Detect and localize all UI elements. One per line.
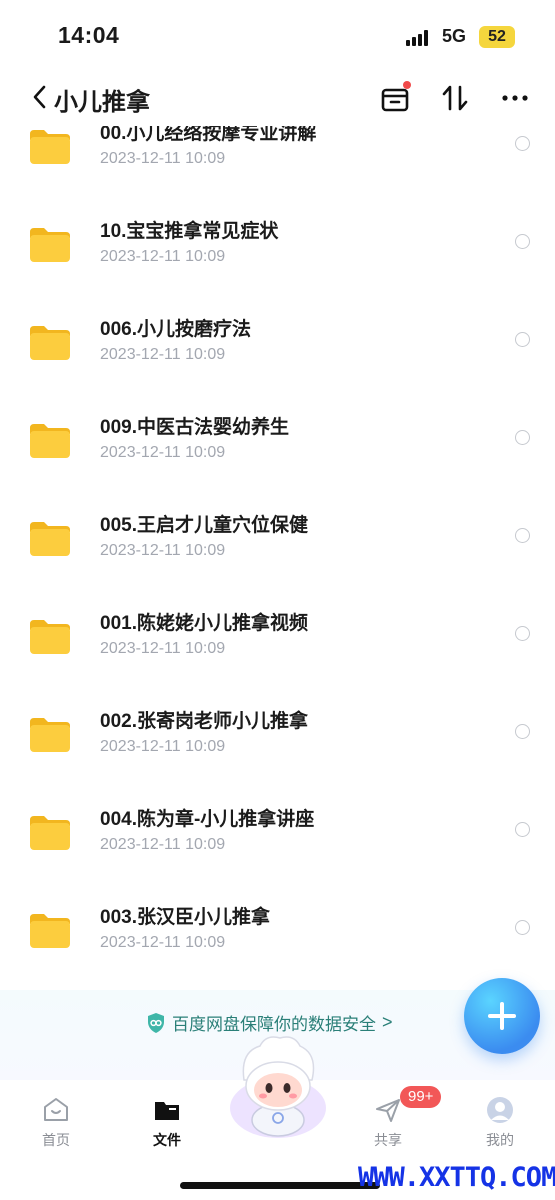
file-name: 006.小儿按磨疗法 bbox=[100, 319, 251, 340]
select-radio[interactable] bbox=[515, 528, 530, 543]
folder-icon bbox=[30, 130, 70, 164]
file-row[interactable]: 00.小儿经络按摩专业讲解 2023-12-11 10:09 bbox=[0, 126, 555, 196]
file-row[interactable]: 004.陈为章-小儿推拿讲座 2023-12-11 10:09 bbox=[0, 784, 555, 882]
chevron-left-icon[interactable] bbox=[30, 82, 50, 112]
folder-icon bbox=[30, 228, 70, 262]
folder-icon bbox=[30, 914, 70, 948]
file-date: 2023-12-11 10:09 bbox=[100, 640, 226, 657]
archive-icon[interactable] bbox=[378, 80, 414, 116]
file-name: 004.陈为章-小儿推拿讲座 bbox=[100, 809, 315, 830]
file-date: 2023-12-11 10:09 bbox=[100, 836, 226, 853]
file-name: 00.小儿经络按摩专业讲解 bbox=[100, 126, 317, 144]
file-date: 2023-12-11 10:09 bbox=[100, 248, 226, 265]
select-radio[interactable] bbox=[515, 920, 530, 935]
select-radio[interactable] bbox=[515, 332, 530, 347]
file-name: 003.张汉臣小儿推拿 bbox=[100, 907, 270, 928]
folder-icon bbox=[30, 816, 70, 850]
file-name: 10.宝宝推拿常见症状 bbox=[100, 221, 279, 242]
folder-icon bbox=[30, 718, 70, 752]
status-time: 14:04 bbox=[58, 22, 120, 48]
file-list: 00.小儿经络按摩专业讲解 2023-12-11 10:09 10.宝宝推拿常见症状… bbox=[0, 126, 555, 986]
more-icon[interactable] bbox=[497, 80, 533, 116]
network-type: 5G bbox=[442, 26, 467, 46]
select-radio[interactable] bbox=[515, 136, 530, 151]
file-row[interactable]: 002.张寄岗老师小儿推拿 2023-12-11 10:09 bbox=[0, 686, 555, 784]
chevron-right-icon: > bbox=[382, 1012, 393, 1032]
folder-icon bbox=[30, 424, 70, 458]
tab-home[interactable]: 首页 bbox=[16, 1090, 96, 1150]
share-badge: 99+ bbox=[400, 1086, 442, 1108]
tab-me[interactable]: 我的 bbox=[460, 1090, 540, 1150]
file-name: 005.王启才儿童穴位保健 bbox=[100, 515, 308, 536]
nav-bar: 小儿推拿 bbox=[0, 70, 555, 126]
select-radio[interactable] bbox=[515, 234, 530, 249]
select-radio[interactable] bbox=[515, 822, 530, 837]
select-radio[interactable] bbox=[515, 626, 530, 641]
watermark: WWW.XXTTQ.COM bbox=[358, 1162, 555, 1193]
home-icon bbox=[44, 1098, 68, 1121]
tab-label-home: 首页 bbox=[42, 1132, 70, 1148]
file-date: 2023-12-11 10:09 bbox=[100, 738, 226, 755]
file-date: 2023-12-11 10:09 bbox=[100, 150, 226, 167]
file-date: 2023-12-11 10:09 bbox=[100, 346, 226, 363]
page-title: 小儿推拿 bbox=[54, 89, 150, 116]
paper-plane-icon bbox=[376, 1099, 400, 1122]
folder-tab-icon bbox=[155, 1102, 179, 1120]
file-row[interactable]: 009.中医古法婴幼养生 2023-12-11 10:09 bbox=[0, 392, 555, 490]
status-bar: 14:04 5G 52 bbox=[0, 0, 555, 70]
file-row[interactable]: 003.张汉臣小儿推拿 2023-12-11 10:09 bbox=[0, 882, 555, 980]
shield-icon bbox=[148, 1012, 164, 1033]
select-radio[interactable] bbox=[515, 430, 530, 445]
tab-label-share: 共享 bbox=[374, 1132, 402, 1148]
tab-label-files: 文件 bbox=[153, 1132, 181, 1148]
tab-files[interactable]: 文件 bbox=[127, 1090, 207, 1150]
sort-icon[interactable] bbox=[438, 80, 474, 116]
file-date: 2023-12-11 10:09 bbox=[100, 934, 226, 951]
home-indicator bbox=[180, 1182, 380, 1189]
file-name: 002.张寄岗老师小儿推拿 bbox=[100, 711, 308, 732]
add-button[interactable] bbox=[464, 978, 540, 1054]
file-row[interactable]: 006.小儿按磨疗法 2023-12-11 10:09 bbox=[0, 294, 555, 392]
battery-icon: 52 bbox=[479, 26, 515, 48]
file-date: 2023-12-11 10:09 bbox=[100, 542, 226, 559]
select-radio[interactable] bbox=[515, 724, 530, 739]
file-row[interactable]: 005.王启才儿童穴位保健 2023-12-11 10:09 bbox=[0, 490, 555, 588]
file-date: 2023-12-11 10:09 bbox=[100, 444, 226, 461]
file-name: 001.陈姥姥小儿推拿视频 bbox=[100, 613, 308, 634]
mascot-button[interactable] bbox=[226, 1030, 330, 1142]
folder-icon bbox=[30, 620, 70, 654]
file-row[interactable]: 10.宝宝推拿常见症状 2023-12-11 10:09 bbox=[0, 196, 555, 294]
folder-icon bbox=[30, 522, 70, 556]
tab-label-me: 我的 bbox=[486, 1132, 514, 1148]
avatar-icon bbox=[487, 1097, 513, 1123]
file-name: 009.中医古法婴幼养生 bbox=[100, 417, 289, 438]
file-row[interactable]: 001.陈姥姥小儿推拿视频 2023-12-11 10:09 bbox=[0, 588, 555, 686]
signal-icon bbox=[406, 30, 436, 46]
folder-icon bbox=[30, 326, 70, 360]
notification-dot bbox=[403, 81, 411, 89]
